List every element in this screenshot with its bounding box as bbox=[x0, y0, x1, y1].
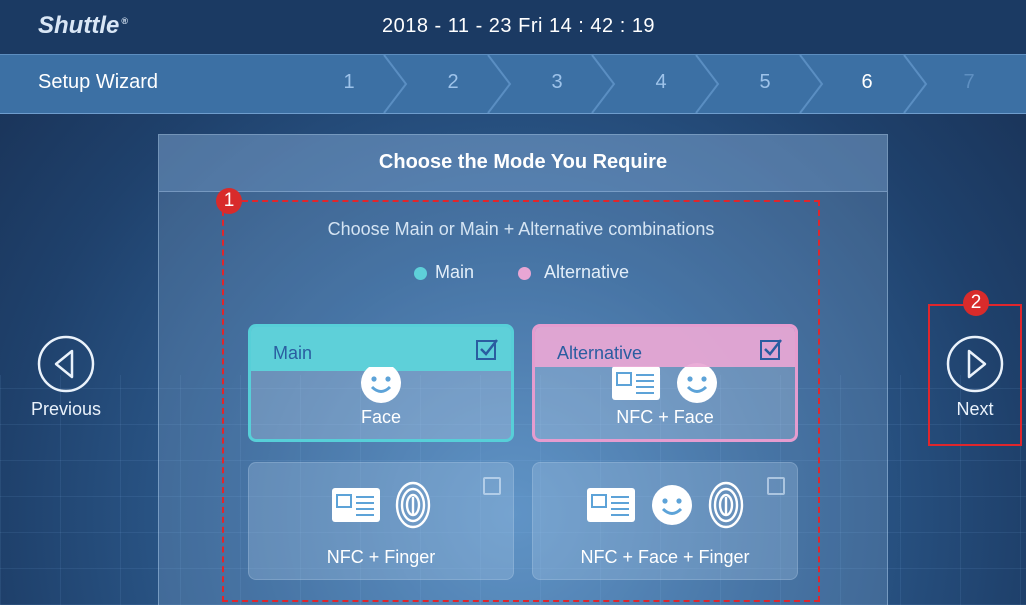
fingerprint-icon bbox=[395, 481, 431, 529]
mode-card-nfc-face-finger[interactable]: NFC + Face + Finger bbox=[532, 462, 798, 580]
callout-badge-1: 1 bbox=[216, 188, 242, 214]
legend-alternative-label: Alternative bbox=[544, 262, 630, 282]
wizard-progress-bar: Setup Wizard 1 2 3 4 5 6 7 bbox=[0, 54, 1026, 114]
card-icons bbox=[533, 481, 797, 529]
panel-header: Choose the Mode You Require bbox=[159, 135, 887, 192]
checkbox-unchecked[interactable] bbox=[483, 477, 501, 495]
previous-label: Previous bbox=[30, 399, 102, 419]
wizard-step-7: 7 bbox=[963, 71, 975, 93]
screen: Shuttle ® 2018 - 11 - 23 Fri 14 : 42 : 19… bbox=[0, 0, 1026, 605]
mode-card-nfc-finger[interactable]: NFC + Finger bbox=[248, 462, 514, 580]
legend-main-label: Main bbox=[435, 262, 475, 282]
wizard-step-2[interactable]: 2 bbox=[438, 71, 468, 94]
wizard-step-6-current[interactable]: 6 bbox=[852, 71, 882, 94]
panel-title: Choose the Mode You Require bbox=[378, 151, 668, 173]
checkbox-checked-icon[interactable] bbox=[475, 337, 499, 361]
previous-button[interactable]: Previous bbox=[6, 334, 126, 420]
datetime-display: 2018 - 11 - 23 Fri 14 : 42 : 19 bbox=[382, 15, 656, 37]
checkbox-unchecked[interactable] bbox=[767, 477, 785, 495]
step-separator-icon bbox=[591, 55, 616, 113]
step-separator-icon bbox=[487, 55, 512, 113]
mode-card-nfc-face[interactable]: Alternative NFC + Face bbox=[532, 324, 798, 442]
fingerprint-icon bbox=[708, 481, 744, 529]
nfc-card-icon bbox=[587, 488, 635, 522]
card-icons bbox=[249, 481, 513, 529]
step-separator-icon bbox=[799, 55, 824, 113]
card-label: NFC + Finger bbox=[326, 547, 436, 567]
checkbox-checked-icon[interactable] bbox=[759, 337, 783, 361]
wizard-step-1[interactable]: 1 bbox=[334, 71, 364, 94]
step-separator-icon bbox=[903, 55, 928, 113]
step-separator-icon bbox=[695, 55, 720, 113]
card-tag-alternative: Alternative bbox=[557, 343, 643, 363]
wizard-step-3[interactable]: 3 bbox=[542, 71, 572, 94]
wizard-step-5[interactable]: 5 bbox=[750, 71, 780, 94]
top-bar: Shuttle ® 2018 - 11 - 23 Fri 14 : 42 : 19 bbox=[0, 0, 1026, 54]
mode-card-face[interactable]: Main Face bbox=[248, 324, 514, 442]
card-label: Face bbox=[360, 407, 402, 427]
card-tag-main: Main bbox=[273, 343, 313, 363]
annotation-box-2 bbox=[928, 304, 1022, 446]
arrow-left-circle-icon bbox=[37, 335, 95, 393]
brand-logo: Shuttle ® bbox=[38, 12, 128, 39]
callout-badge-2: 2 bbox=[963, 290, 989, 316]
card-label: NFC + Face bbox=[616, 407, 714, 427]
step-separator-icon bbox=[383, 55, 408, 113]
wizard-title: Setup Wizard bbox=[38, 71, 159, 93]
panel-subtitle: Choose Main or Main + Alternative combin… bbox=[327, 219, 715, 239]
face-icon bbox=[652, 485, 692, 525]
legend-main-dot bbox=[414, 267, 427, 280]
legend-alternative-dot bbox=[518, 267, 531, 280]
wizard-step-4[interactable]: 4 bbox=[646, 71, 676, 94]
nfc-card-icon bbox=[332, 488, 380, 522]
card-label: NFC + Face + Finger bbox=[580, 547, 750, 567]
